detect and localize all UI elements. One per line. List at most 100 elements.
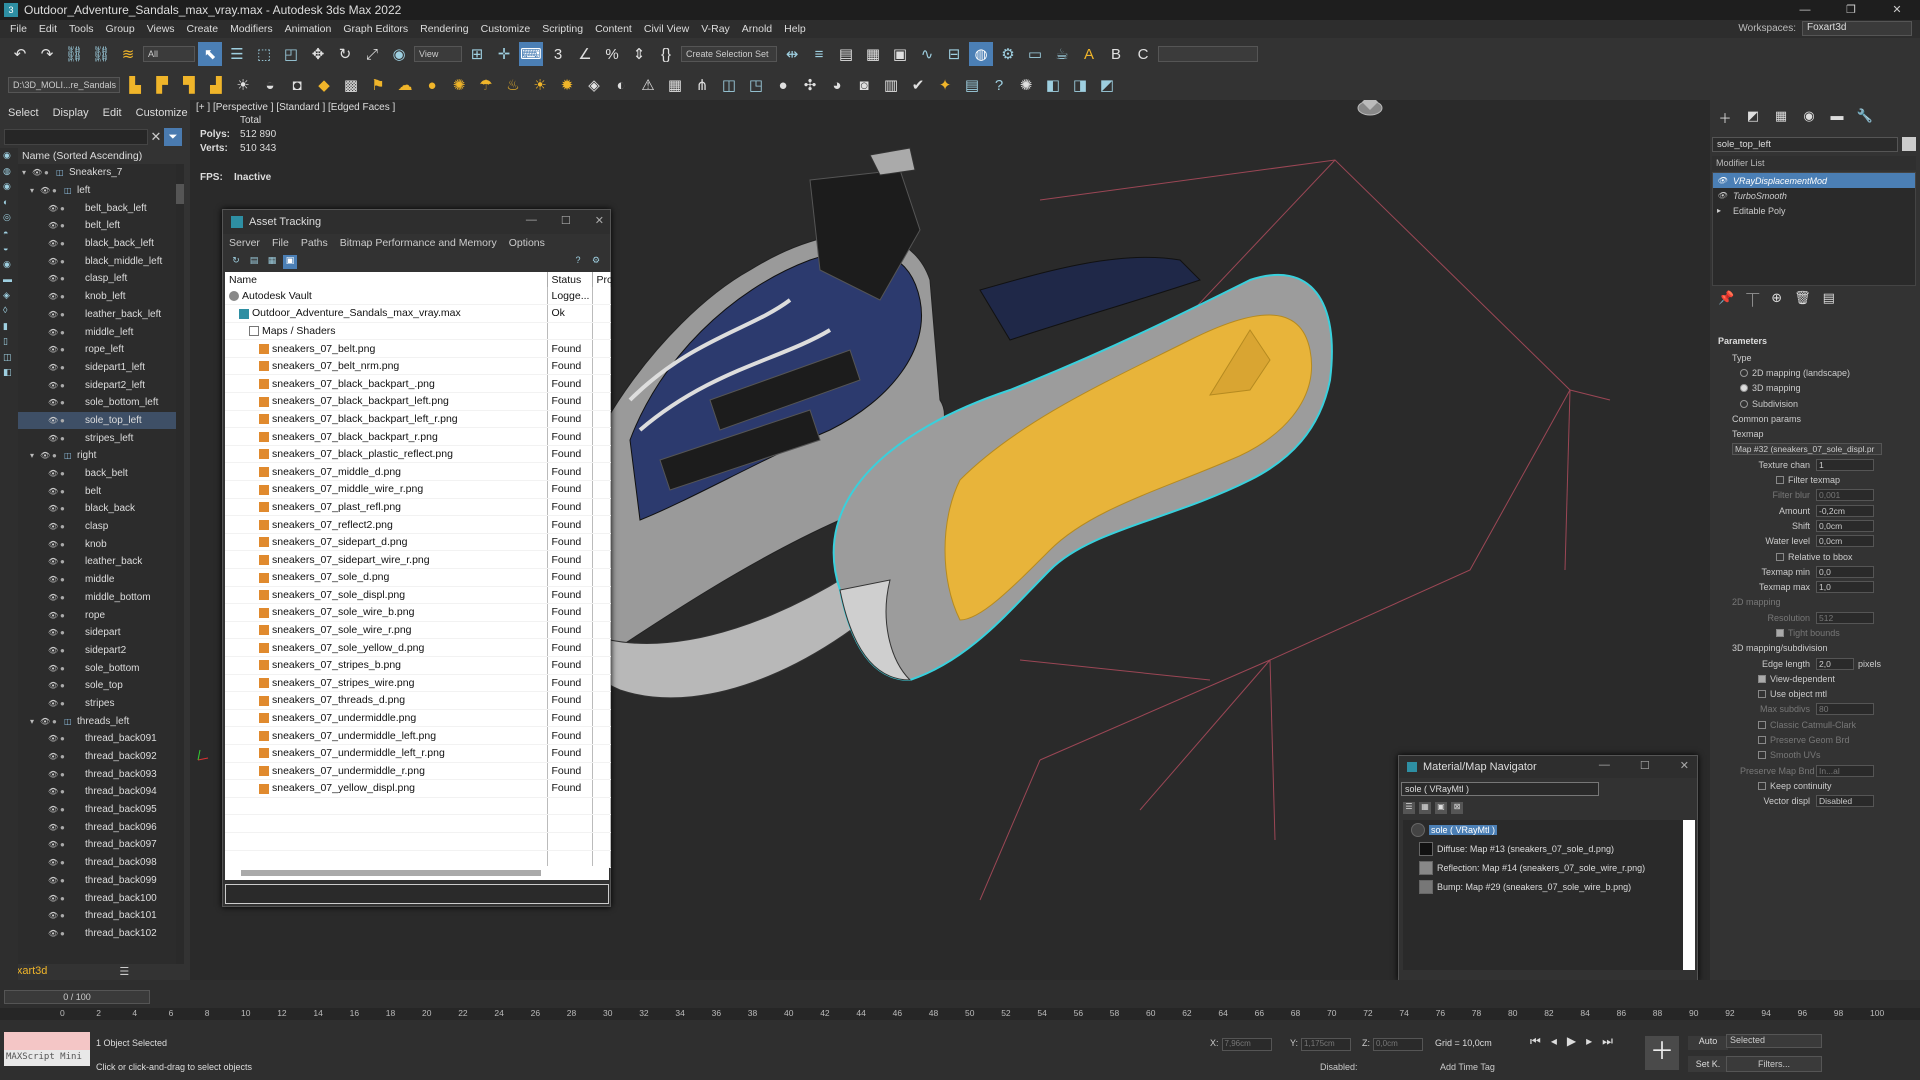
add-time-tag[interactable]: Add Time Tag [1440, 1062, 1495, 1072]
vray-multi-icon[interactable]: ✣ [798, 73, 822, 97]
pin-stack-icon[interactable]: 📌 [1718, 290, 1734, 309]
visibility-eye-icon[interactable]: 👁 [48, 540, 58, 549]
vray-help-icon[interactable]: ? [987, 73, 1011, 97]
visibility-eye-icon[interactable]: 👁 [48, 274, 58, 283]
matnav-minimize-icon[interactable]: — [1599, 759, 1610, 772]
material-editor-icon[interactable]: ◍ [969, 42, 993, 66]
arnold-icon[interactable]: A [1077, 42, 1101, 66]
hierarchy-tab-icon[interactable]: ▦ [1772, 108, 1790, 124]
freeze-icon[interactable]: ● [60, 257, 70, 266]
asset-tracking-titlebar[interactable]: Asset Tracking — ☐ ✕ [223, 210, 610, 234]
x-field[interactable]: 7,96cm [1221, 1038, 1272, 1051]
freeze-icon[interactable]: ● [60, 911, 70, 920]
asset-row[interactable]: sneakers_07_plast_refl.png Found [225, 498, 611, 517]
scene-tree-item[interactable]: 👁 ● thread_back093 [18, 765, 176, 783]
asset-row[interactable]: sneakers_07_black_backpart_r.png Found [225, 427, 611, 446]
vray-lens-icon[interactable]: ◙ [852, 73, 876, 97]
opt-2d-mapping[interactable]: 2D mapping (landscape) [1752, 368, 1850, 378]
matnav-map-item[interactable]: Diffuse: Map #13 (sneakers_07_sole_d.png… [1403, 839, 1683, 858]
visibility-eye-icon[interactable]: 👁 [48, 345, 58, 354]
asset-row[interactable]: sneakers_07_belt_nrm.png Found [225, 357, 611, 376]
asset-options-icon[interactable]: ⚙ [589, 255, 603, 269]
scene-tree-item[interactable]: 👁 ● knob [18, 535, 176, 553]
go-to-start-icon[interactable]: ⏮ [1530, 1034, 1541, 1049]
asset-close-icon[interactable]: ✕ [595, 214, 604, 227]
matnav-small-icons-icon[interactable]: ▦ [1419, 802, 1431, 814]
vray-render-elements-icon[interactable]: ▥ [879, 73, 903, 97]
freeze-icon[interactable]: ● [60, 929, 70, 938]
modifier-stack-item[interactable]: ▸ Editable Poly [1713, 203, 1915, 218]
vray-dome-icon[interactable]: ◒ [258, 73, 282, 97]
scene-tree-item[interactable]: 👁 ● sole_top [18, 677, 176, 695]
freeze-icon[interactable]: ● [60, 664, 70, 673]
vray-decal-icon[interactable]: ⚠ [636, 73, 660, 97]
scene-tree-item[interactable]: 👁 ● sidepart2 [18, 642, 176, 660]
visibility-eye-icon[interactable]: 👁 [40, 186, 50, 195]
resolution-spinner[interactable]: 512 [1816, 611, 1874, 624]
scene-tree-item[interactable]: 👁 ● sole_top_left [18, 411, 176, 430]
asset-row[interactable]: sneakers_07_undermiddle.png Found [225, 709, 611, 728]
set-key-icon[interactable]: ＋ [1645, 1036, 1679, 1070]
expand-icon[interactable]: ▾ [30, 451, 40, 460]
asset-minimize-icon[interactable]: — [526, 214, 537, 227]
vray-lightmix-icon[interactable]: ✦ [933, 73, 957, 97]
menu-tools[interactable]: Tools [63, 23, 100, 35]
asset-row[interactable]: sneakers_07_sole_wire_b.png Found [225, 603, 611, 622]
freeze-icon[interactable]: ● [60, 292, 70, 301]
keyboard-shortcut-override-icon[interactable]: ⌨ [519, 42, 543, 66]
asset-menu-server[interactable]: Server [229, 237, 260, 249]
scene-tree-item[interactable]: ▾ 👁 ● ◫ right [18, 447, 176, 465]
asset-row[interactable]: sneakers_07_sidepart_wire_r.png Found [225, 550, 611, 569]
visibility-eye-icon[interactable]: 👁 [48, 911, 58, 920]
visibility-eye-icon[interactable]: 👁 [48, 257, 58, 266]
adaptive-degradation-status[interactable]: Disabled: [1320, 1062, 1358, 1072]
asset-row[interactable]: sneakers_07_middle_wire_r.png Found [225, 480, 611, 499]
asset-row[interactable]: sneakers_07_undermiddle_r.png Found [225, 762, 611, 781]
catmull-checkbox[interactable] [1758, 720, 1766, 729]
freeze-icon[interactable]: ● [60, 221, 70, 230]
asset-menu-options[interactable]: Options [509, 237, 545, 249]
visibility-eye-icon[interactable]: 👁 [48, 204, 58, 213]
matnav-large-icons-icon[interactable]: ▣ [1435, 802, 1447, 814]
vector-displ-dropdown[interactable]: Disabled [1816, 795, 1874, 808]
asset-row[interactable]: sneakers_07_sole_displ.png Found [225, 586, 611, 605]
max-subdivs-spinner[interactable]: 80 [1816, 703, 1874, 716]
radio-3d-icon[interactable] [1740, 384, 1748, 393]
matnav-maximize-icon[interactable]: ☐ [1640, 759, 1650, 772]
menu-group[interactable]: Group [100, 23, 141, 35]
render-icon[interactable]: ☕ [1050, 42, 1074, 66]
rect-selection-icon[interactable]: ⬚ [252, 42, 276, 66]
track-bar[interactable]: 0 2 4 6 8 10 12 14 16 18 20 22 24 26 28 30 32 34 36 38 40 42 4… [0, 1008, 1920, 1020]
visibility-eye-icon[interactable]: 👁 [48, 593, 58, 602]
play-icon[interactable]: ▶ [1567, 1034, 1576, 1049]
shift-spinner[interactable]: 0,0cm [1816, 519, 1874, 532]
scene-tree-item[interactable]: 👁 ● black_middle_left [18, 252, 176, 270]
freeze-icon[interactable]: ● [60, 204, 70, 213]
freeze-icon[interactable]: ● [60, 823, 70, 832]
visibility-eye-icon[interactable]: 👁 [48, 929, 58, 938]
scene-menu-edit[interactable]: Edit [103, 107, 122, 119]
visibility-eye-icon[interactable]: 👁 [48, 221, 58, 230]
vray-sun-light-icon[interactable]: ✹ [555, 73, 579, 97]
modifier-list-dropdown[interactable]: Modifier List [1712, 156, 1916, 170]
visibility-eye-icon[interactable]: 👁 [48, 504, 58, 513]
menu-civil-view[interactable]: Civil View [638, 23, 695, 35]
scene-tree-item[interactable]: 👁 ● thread_back094 [18, 783, 176, 801]
modifier-stack-item[interactable]: 👁 TurboSmooth [1713, 188, 1915, 203]
scene-tree-item[interactable]: ▾ 👁 ● ◫ left [18, 182, 176, 200]
asset-row[interactable]: sneakers_07_undermiddle_left.png Found [225, 726, 611, 745]
freeze-icon[interactable]: ● [60, 787, 70, 796]
select-by-name-icon[interactable]: ☰ [225, 42, 249, 66]
menu-views[interactable]: Views [141, 23, 181, 35]
workspaces-select[interactable]: Foxart3d [1802, 21, 1912, 36]
scene-tree-item[interactable]: 👁 ● sole_bottom [18, 659, 176, 677]
make-unique-icon[interactable]: ⊕ [1771, 290, 1782, 309]
matnav-root-item[interactable]: sole ( VRayMtl ) [1403, 820, 1683, 839]
texmap-min-spinner[interactable]: 0,0 [1816, 565, 1874, 578]
scene-tree-item[interactable]: 👁 ● sidepart1_left [18, 359, 176, 377]
vray-mesh-icon[interactable]: ▩ [339, 73, 363, 97]
visibility-eye-icon[interactable]: 👁 [48, 363, 58, 372]
asset-row[interactable]: sneakers_07_undermiddle_left_r.png Found [225, 744, 611, 763]
align-icon[interactable]: ≡ [807, 42, 831, 66]
amount-spinner[interactable]: -0,2cm [1816, 504, 1874, 517]
